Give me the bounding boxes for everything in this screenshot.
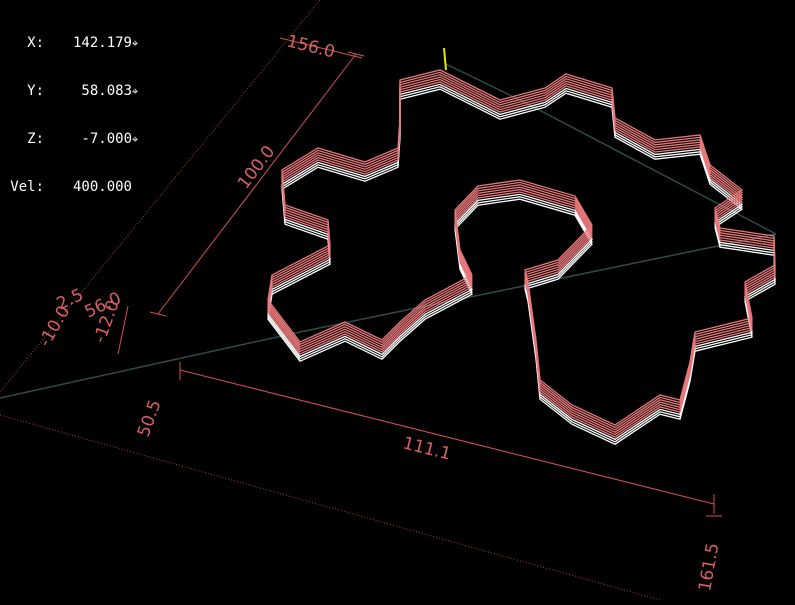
limit-edge-bottom-left — [0, 414, 661, 601]
dro-vel-label: Vel: — [10, 179, 44, 195]
dim-left-neg-a-label: -10.0 — [35, 302, 74, 350]
target-icon: ⌖ — [132, 37, 139, 50]
gear-layer-outline — [267, 69, 776, 426]
gear-layer-outline — [267, 78, 776, 436]
dim-depth-label: 100.0 — [234, 142, 279, 193]
dim-depth-tick-b — [149, 311, 167, 317]
gcode-preview-viewport[interactable]: 156.0 100.0 2.5 56.0 -10.0 -12.0 50.5 11… — [0, 0, 795, 601]
dro-z-row: Z: -7.000⌖ — [2, 131, 142, 147]
target-icon: ⌖ — [132, 85, 139, 98]
dro-x-row: X: 142.179⌖ — [2, 35, 142, 51]
dro-vel-row: Vel: 400.000 — [2, 179, 142, 195]
gear-layer-outline — [267, 76, 776, 433]
dro-y-row: Y: 58.083⌖ — [2, 83, 142, 99]
dro-y-value: 58.083 — [81, 83, 132, 99]
dro-vel-value: 400.000 — [72, 179, 132, 195]
dro-y-label: Y: — [27, 83, 44, 99]
dro-x-value: 142.179 — [72, 35, 132, 51]
gear-toolpath — [267, 69, 776, 445]
dim-width-label: 111.1 — [401, 433, 453, 464]
dro-x-label: X: — [27, 35, 44, 51]
dim-right-label: 161.5 — [695, 541, 723, 592]
gear-layer-outline — [267, 74, 776, 431]
dro-z-value: -7.000 — [81, 131, 132, 147]
dim-top-label: 156.0 — [285, 31, 337, 62]
dim-front-line — [179, 369, 715, 505]
target-icon: ⌖ — [132, 133, 139, 146]
dro-readout: X: 142.179⌖ Y: 58.083⌖ Z: -7.000⌖ Vel: 400.0… — [2, 3, 142, 227]
dim-depth-line — [157, 53, 357, 315]
dim-front-offset-label: 50.5 — [134, 397, 166, 439]
dro-z-label: Z: — [27, 131, 44, 147]
tool-marker — [443, 47, 447, 71]
